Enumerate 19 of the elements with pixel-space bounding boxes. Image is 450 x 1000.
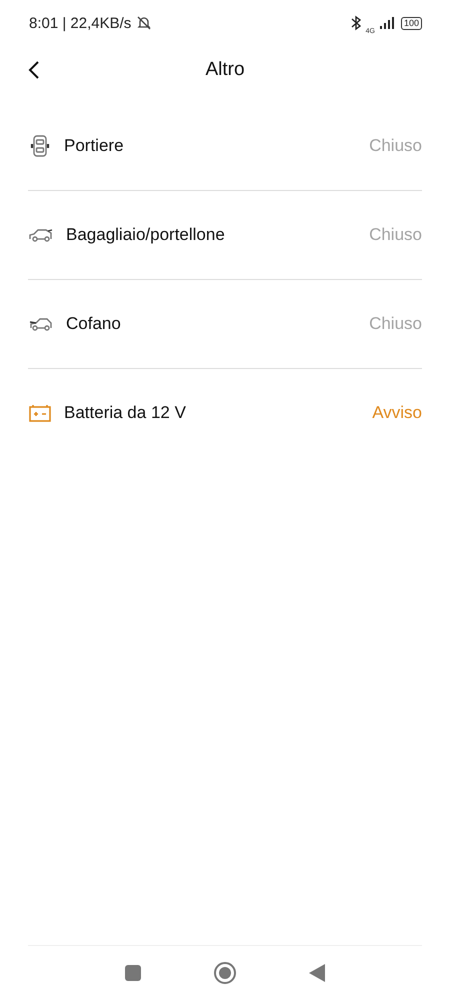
status-time: 8:01 | 22,4KB/s	[29, 14, 132, 32]
page-title: Altro	[205, 59, 245, 81]
bluetooth-icon	[350, 15, 361, 31]
item-status: Avviso	[372, 403, 422, 423]
back-chevron-icon[interactable]	[28, 61, 40, 79]
item-status: Chiuso	[369, 225, 422, 245]
item-label: Batteria da 12 V	[64, 403, 187, 423]
recent-apps-icon[interactable]	[124, 964, 142, 982]
item-label: Portiere	[64, 136, 125, 156]
signal-icon	[380, 17, 396, 29]
back-icon[interactable]	[308, 963, 326, 983]
item-label: Cofano	[66, 314, 122, 334]
home-icon[interactable]	[212, 961, 237, 985]
item-label: Bagagliaio/portellone	[66, 225, 226, 245]
battery-level: 100	[400, 16, 422, 30]
muted-bell-icon	[136, 15, 152, 31]
item-status: Chiuso	[369, 314, 422, 334]
car-top-view-icon	[28, 134, 52, 158]
item-status: Chiuso	[369, 136, 422, 156]
